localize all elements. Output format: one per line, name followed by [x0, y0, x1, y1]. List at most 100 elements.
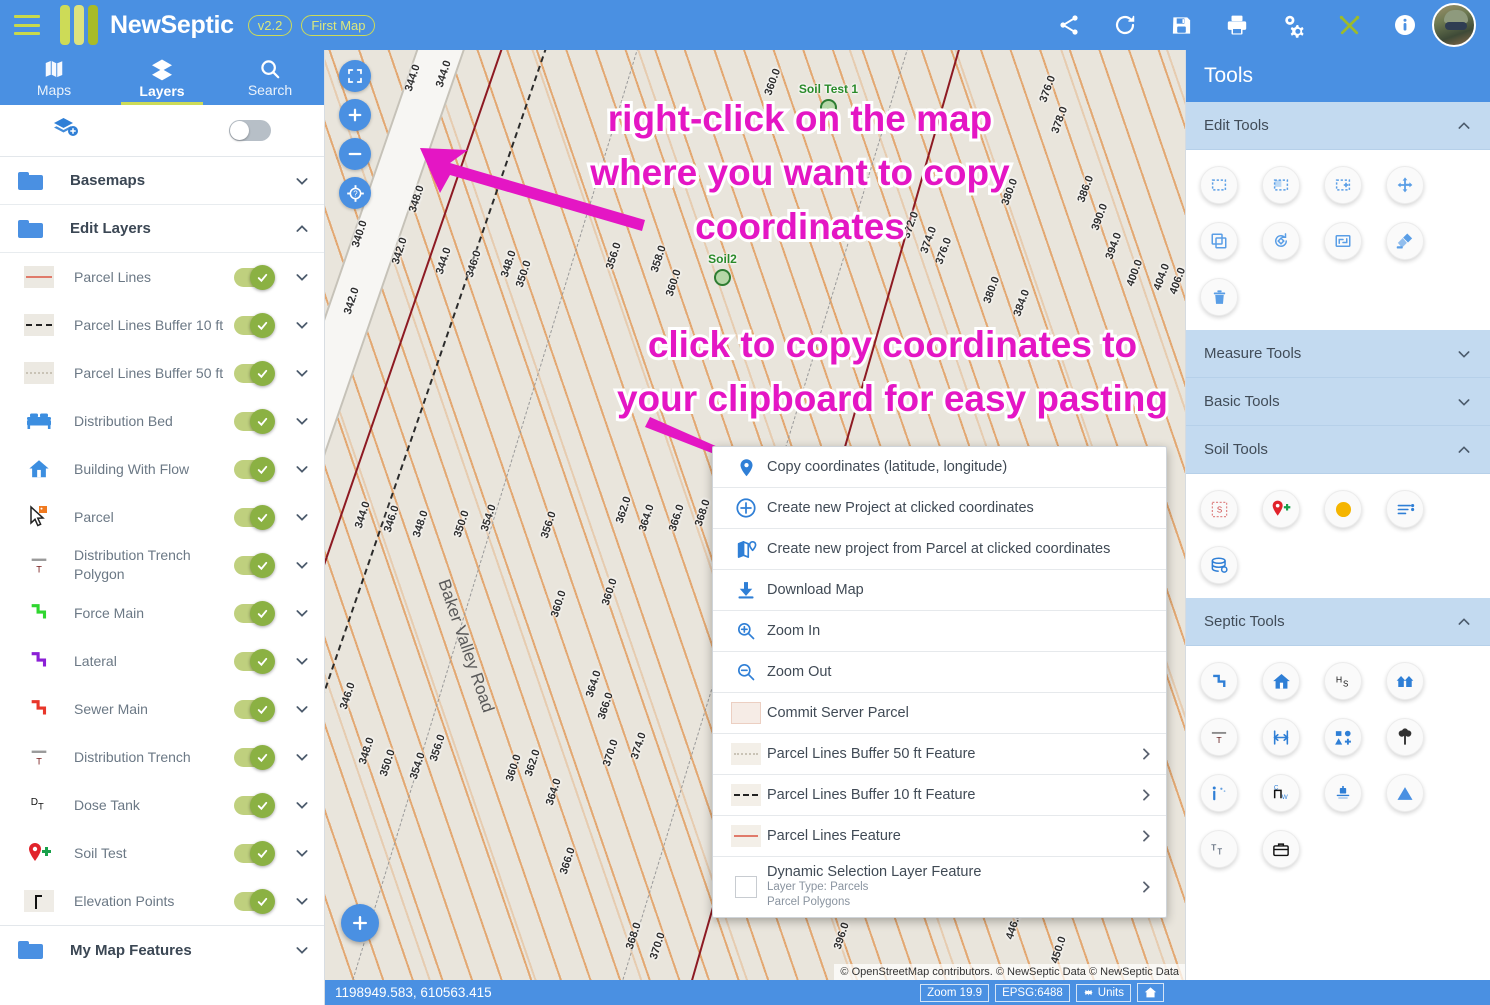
add-soil-test-tool[interactable] — [1262, 490, 1300, 528]
triangle-tool[interactable] — [1386, 774, 1424, 812]
fullscreen-button[interactable] — [339, 60, 371, 92]
add-feature-fab[interactable] — [341, 904, 379, 942]
soil-database-tool[interactable] — [1200, 546, 1238, 584]
distance-tool[interactable] — [1262, 718, 1300, 756]
layer-visibility-toggle[interactable] — [234, 748, 272, 767]
units-chip[interactable]: Units — [1076, 984, 1131, 1002]
layer-visibility-toggle[interactable] — [234, 604, 272, 623]
tab-search[interactable]: Search — [216, 50, 324, 105]
layer-visibility-toggle[interactable] — [234, 652, 272, 671]
tab-maps[interactable]: Maps — [0, 50, 108, 105]
chevron-down-icon[interactable] — [294, 509, 310, 525]
section-basic-tools[interactable]: Basic Tools — [1186, 378, 1490, 426]
rotate-tool[interactable] — [1262, 222, 1300, 260]
soil-list-tool[interactable] — [1386, 490, 1424, 528]
chevron-down-icon[interactable] — [294, 269, 310, 285]
chevron-down-icon[interactable] — [294, 557, 310, 573]
layer-visibility-toggle[interactable] — [234, 316, 272, 335]
chevron-down-icon[interactable] — [294, 461, 310, 477]
layer-visibility-toggle[interactable] — [234, 700, 272, 719]
locate-help-button[interactable]: ? — [339, 177, 371, 209]
group-basemaps[interactable]: Basemaps — [0, 157, 324, 205]
zoom-out-button[interactable] — [339, 138, 371, 170]
refresh-icon[interactable] — [1112, 12, 1138, 38]
curve-w-tool[interactable]: CW — [1262, 774, 1300, 812]
chevron-down-icon[interactable] — [294, 413, 310, 429]
map-name-badge[interactable]: First Map — [301, 15, 375, 36]
layers-master-toggle[interactable] — [229, 120, 271, 141]
avatar[interactable] — [1432, 3, 1476, 47]
layer-row-soil-test[interactable]: Soil Test — [0, 829, 324, 877]
tab-layers[interactable]: Layers — [108, 50, 216, 105]
layer-row-building-with-flow[interactable]: Building With Flow — [0, 445, 324, 493]
ctx-zoom-in[interactable]: Zoom In — [713, 611, 1166, 652]
ctx-parcel-lines-buffer-50[interactable]: Parcel Lines Buffer 50 ft Feature — [713, 734, 1166, 775]
copy-tool[interactable] — [1200, 222, 1238, 260]
ctx-download-map[interactable]: Download Map — [713, 570, 1166, 611]
sewer-line-tool[interactable] — [1200, 662, 1238, 700]
tank-tool[interactable] — [1324, 774, 1362, 812]
layer-visibility-toggle[interactable] — [234, 364, 272, 383]
delete-tool[interactable] — [1200, 278, 1238, 316]
group-edit-layers[interactable]: Edit Layers — [0, 205, 324, 253]
layer-visibility-toggle[interactable] — [234, 892, 272, 911]
chevron-down-icon[interactable] — [294, 845, 310, 861]
chevron-down-icon[interactable] — [294, 365, 310, 381]
section-soil-tools[interactable]: Soil Tools — [1186, 426, 1490, 474]
layer-visibility-toggle[interactable] — [234, 460, 272, 479]
building-tool[interactable] — [1262, 662, 1300, 700]
multi-building-tool[interactable] — [1386, 662, 1424, 700]
home-button[interactable] — [1137, 983, 1164, 1002]
resize-tool[interactable] — [1324, 222, 1362, 260]
chevron-down-icon[interactable] — [294, 797, 310, 813]
layer-row-distribution-trench[interactable]: T Distribution Trench — [0, 733, 324, 781]
section-septic-tools[interactable]: Septic Tools — [1186, 598, 1490, 646]
soil-test-marker[interactable]: Soil2 — [714, 269, 731, 286]
section-edit-tools[interactable]: Edit Tools — [1186, 102, 1490, 150]
layer-row-elevation-points[interactable]: Elevation Points — [0, 877, 324, 925]
layer-visibility-toggle[interactable] — [234, 412, 272, 431]
layer-row-parcel-lines[interactable]: Parcel Lines — [0, 253, 324, 301]
ctx-parcel-lines-feature[interactable]: Parcel Lines Feature — [713, 816, 1166, 857]
chevron-down-icon[interactable] — [294, 605, 310, 621]
info-point-tool[interactable] — [1200, 774, 1238, 812]
chevron-down-icon[interactable] — [294, 701, 310, 717]
add-features-tool[interactable] — [1324, 718, 1362, 756]
soil-test-marker[interactable]: Soil Test 1 — [820, 99, 837, 116]
text-tool[interactable]: TT — [1200, 830, 1238, 868]
layer-row-parcel-lines-buffer-50[interactable]: Parcel Lines Buffer 50 ft — [0, 349, 324, 397]
ctx-create-project[interactable]: Create new Project at clicked coordinate… — [713, 488, 1166, 529]
print-icon[interactable] — [1224, 12, 1250, 38]
ctx-create-project-from-parcel[interactable]: Create new project from Parcel at clicke… — [713, 529, 1166, 570]
hamburger-icon[interactable] — [14, 15, 40, 35]
share-icon[interactable] — [1056, 12, 1082, 38]
epsg-chip[interactable]: EPSG:6488 — [995, 984, 1070, 1002]
ctx-dynamic-selection-layer[interactable]: Dynamic Selection Layer Feature Layer Ty… — [713, 857, 1166, 917]
select-rect-tool[interactable] — [1200, 166, 1238, 204]
briefcase-tool[interactable] — [1262, 830, 1300, 868]
chevron-down-icon[interactable] — [294, 317, 310, 333]
layer-row-distribution-bed[interactable]: Distribution Bed — [0, 397, 324, 445]
clear-tool[interactable] — [1386, 222, 1424, 260]
chevron-down-icon[interactable] — [294, 653, 310, 669]
save-icon[interactable] — [1168, 12, 1194, 38]
chevron-down-icon[interactable] — [294, 749, 310, 765]
zoom-in-button[interactable] — [339, 99, 371, 131]
tools-hammer-icon[interactable] — [1336, 12, 1362, 38]
ctx-commit-server-parcel[interactable]: Commit Server Parcel — [713, 693, 1166, 734]
info-icon[interactable] — [1392, 12, 1418, 38]
soil-circle-tool[interactable] — [1324, 490, 1362, 528]
move-tool[interactable] — [1386, 166, 1424, 204]
layer-visibility-toggle[interactable] — [234, 508, 272, 527]
ctx-copy-coordinates[interactable]: Copy coordinates (latitude, longitude) — [713, 447, 1166, 488]
layer-row-dose-tank[interactable]: DT Dose Tank — [0, 781, 324, 829]
group-my-map-features[interactable]: My Map Features — [0, 926, 324, 974]
head-static-tool[interactable]: HS — [1324, 662, 1362, 700]
ctx-parcel-lines-buffer-10[interactable]: Parcel Lines Buffer 10 ft Feature — [713, 775, 1166, 816]
select-layer-tool[interactable] — [1262, 166, 1300, 204]
layer-row-parcel[interactable]: Parcel — [0, 493, 324, 541]
section-measure-tools[interactable]: Measure Tools — [1186, 330, 1490, 378]
layer-row-force-main[interactable]: Force Main — [0, 589, 324, 637]
layer-row-lateral[interactable]: Lateral — [0, 637, 324, 685]
layer-visibility-toggle[interactable] — [234, 844, 272, 863]
